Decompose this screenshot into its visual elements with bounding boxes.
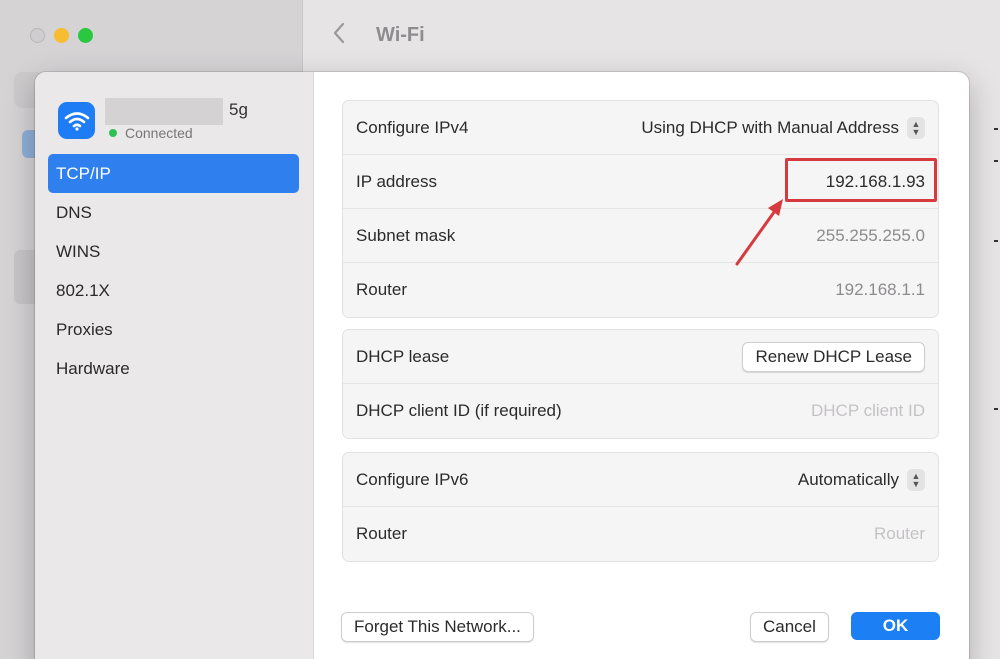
router-field[interactable]: 192.168.1.1 (835, 280, 925, 300)
minimize-window-button[interactable] (54, 28, 69, 43)
network-header: 5g Connected (55, 98, 305, 142)
wifi-icon (58, 102, 95, 139)
dhcp-client-id-field[interactable]: DHCP client ID (811, 401, 925, 421)
ip-address-highlight (785, 158, 937, 202)
close-window-button[interactable] (30, 28, 45, 43)
zoom-window-button[interactable] (78, 28, 93, 43)
sidebar-item-proxies[interactable]: Proxies (48, 310, 299, 349)
ipv6-router-label: Router (356, 524, 408, 543)
cancel-button[interactable]: Cancel (750, 612, 829, 642)
dhcp-client-id-row: DHCP client ID (if required) DHCP client… (343, 384, 938, 438)
dhcp-client-id-label: DHCP client ID (if required) (356, 401, 562, 420)
ipv6-router-field[interactable]: Router (874, 524, 925, 544)
background-header: Wi-Fi (304, 0, 1000, 70)
configure-ipv4-select[interactable]: Using DHCP with Manual Address ▲ ▼ (641, 116, 925, 139)
ipv6-router-row: Router Router (343, 507, 938, 561)
subnet-mask-field[interactable]: 255.255.255.0 (816, 226, 925, 246)
network-details-dialog: 5g Connected TCP/IP DNS WINS 802.1X Prox… (35, 72, 969, 659)
settings-nav: TCP/IP DNS WINS 802.1X Proxies Hardware (48, 154, 299, 388)
tcpip-content: Configure IPv4 Using DHCP with Manual Ad… (314, 72, 969, 577)
sidebar-item-label: Hardware (56, 358, 130, 378)
edge-mark (994, 240, 998, 242)
subnet-mask-label: Subnet mask (356, 225, 456, 245)
sidebar-item-label: 802.1X (56, 280, 110, 300)
status-dot-icon (109, 129, 117, 137)
chevron-updown-icon: ▲ ▼ (907, 468, 925, 491)
sidebar-item-dns[interactable]: DNS (48, 193, 299, 232)
configure-ipv6-label: Configure IPv6 (356, 469, 469, 489)
ipv6-group: Configure IPv6 Automatically ▲ ▼ Router R… (342, 452, 939, 562)
router-label: Router (356, 280, 408, 299)
forget-network-button[interactable]: Forget This Network... (341, 612, 534, 642)
window-title: Wi-Fi (376, 23, 425, 46)
sidebar-item-label: DNS (56, 202, 92, 222)
edge-mark (994, 160, 998, 162)
ok-button[interactable]: OK (851, 612, 940, 640)
ip-address-label: IP address (356, 171, 437, 191)
sidebar-item-hardware[interactable]: Hardware (48, 349, 299, 388)
connection-status: Connected (109, 125, 193, 141)
sidebar-item-wins[interactable]: WINS (48, 232, 299, 271)
configure-ipv6-value: Automatically (797, 469, 899, 489)
subnet-mask-row: Subnet mask 255.255.255.0 (343, 209, 938, 263)
dialog-sidebar: 5g Connected TCP/IP DNS WINS 802.1X Prox… (35, 72, 314, 659)
network-name-suffix: 5g (229, 100, 248, 119)
configure-ipv4-label: Configure IPv4 (356, 117, 469, 137)
chevron-left-icon[interactable] (332, 19, 352, 51)
configure-ipv6-select[interactable]: Automatically ▲ ▼ (797, 468, 925, 491)
dialog-footer: Forget This Network... Cancel OK (314, 577, 969, 659)
configure-ipv6-row: Configure IPv6 Automatically ▲ ▼ (343, 453, 938, 507)
sidebar-item-tcpip[interactable]: TCP/IP (48, 154, 299, 193)
sidebar-item-label: Proxies (56, 319, 113, 339)
renew-dhcp-lease-button[interactable]: Renew DHCP Lease (742, 341, 925, 372)
router-row: Router 192.168.1.1 (343, 263, 938, 317)
dhcp-group: DHCP lease Renew DHCP Lease DHCP client … (342, 329, 939, 439)
edge-mark (994, 408, 998, 410)
edge-mark (994, 128, 998, 130)
sidebar-item-8021x[interactable]: 802.1X (48, 271, 299, 310)
dhcp-lease-row: DHCP lease Renew DHCP Lease (343, 330, 938, 384)
configure-ipv4-value: Using DHCP with Manual Address (641, 117, 899, 137)
ipv4-group: Configure IPv4 Using DHCP with Manual Ad… (342, 100, 939, 318)
dhcp-lease-label: DHCP lease (356, 346, 450, 366)
status-label: Connected (125, 125, 193, 141)
window-controls (30, 28, 93, 43)
sidebar-item-label: WINS (56, 241, 101, 261)
sidebar-item-label: TCP/IP (56, 163, 111, 183)
chevron-updown-icon: ▲ ▼ (907, 116, 925, 139)
configure-ipv4-row: Configure IPv4 Using DHCP with Manual Ad… (343, 101, 938, 155)
network-name-redacted (105, 98, 223, 125)
